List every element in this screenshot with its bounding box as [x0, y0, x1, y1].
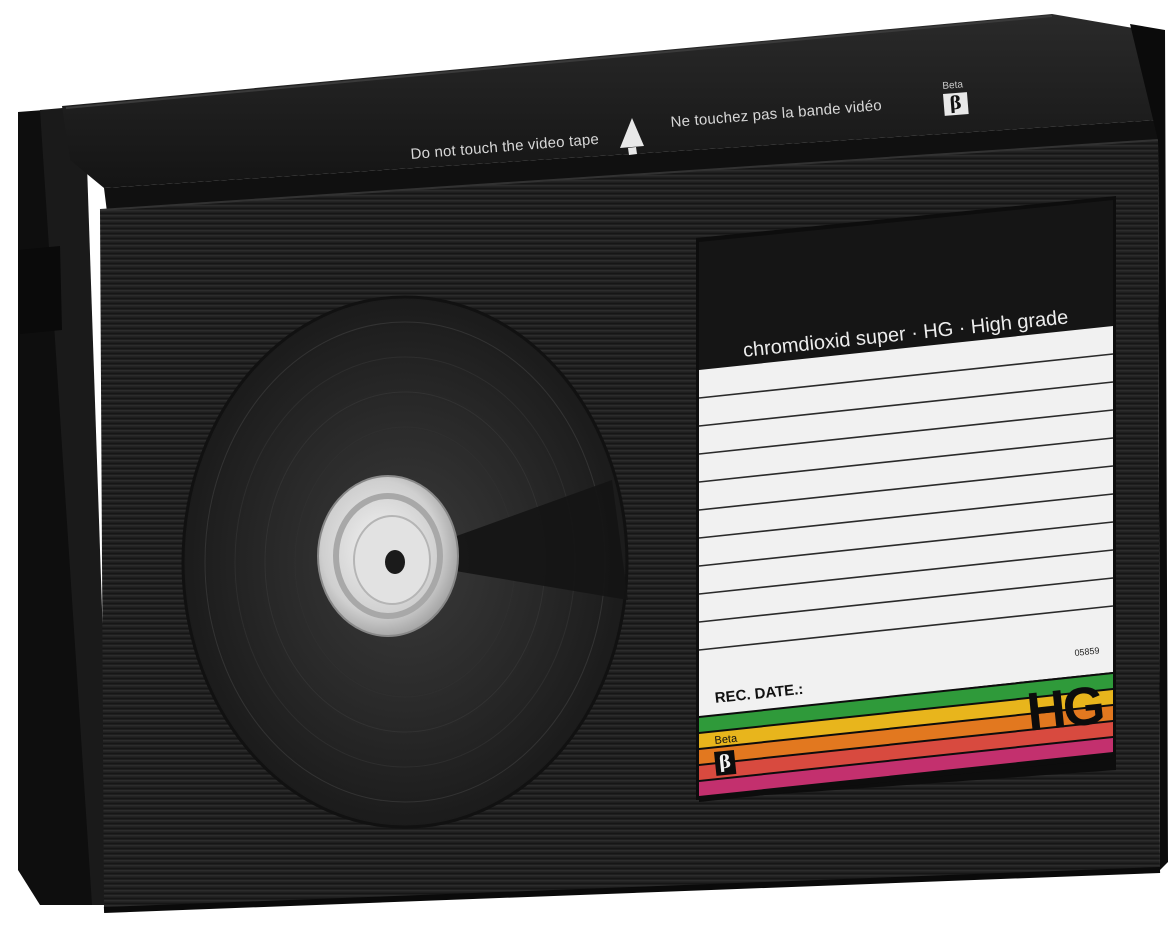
cassette-side-spine	[18, 106, 112, 905]
reel-hub	[317, 475, 459, 637]
betamax-cassette-scene: Do not touch the video tape Ne touchez p…	[0, 0, 1171, 937]
cassette-illustration	[18, 14, 1168, 913]
